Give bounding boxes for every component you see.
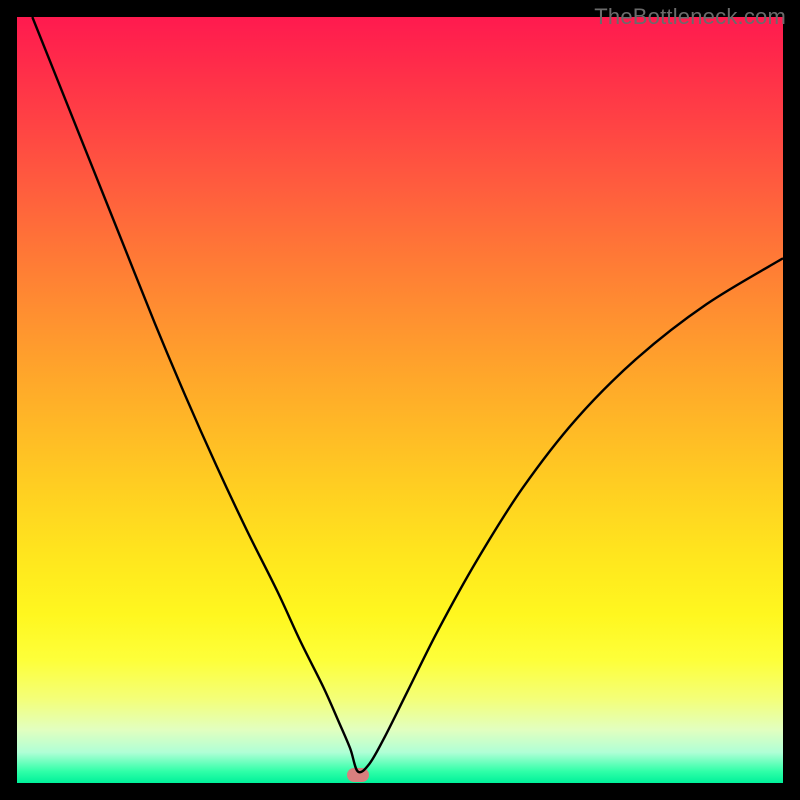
bottleneck-curve — [17, 17, 783, 783]
plot-area — [17, 17, 783, 783]
watermark-text: TheBottleneck.com — [594, 4, 786, 30]
